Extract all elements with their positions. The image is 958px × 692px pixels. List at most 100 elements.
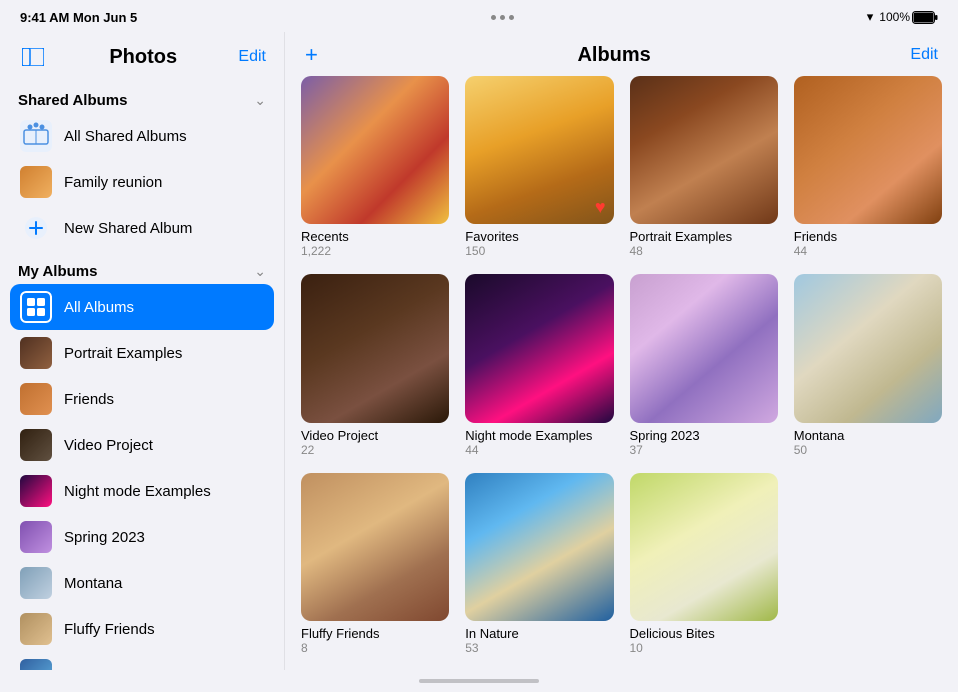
album-thumb-in-nature — [465, 473, 613, 621]
plus-icon — [24, 216, 48, 240]
sidebar-item-montana[interactable]: Montana — [10, 560, 274, 606]
album-thumb-friends — [794, 76, 942, 224]
shared-albums-header: Shared Albums ⌄ — [10, 80, 274, 113]
album-card-video-project[interactable]: Video Project22 — [301, 274, 449, 456]
album-card-montana[interactable]: Montana50 — [794, 274, 942, 456]
album-name-friends: Friends — [794, 229, 942, 244]
album-card-portrait-examples[interactable]: Portrait Examples48 — [630, 76, 778, 258]
album-count-video-project: 22 — [301, 443, 449, 457]
portrait-thumb — [20, 337, 52, 369]
album-name-in-nature: In Nature — [465, 626, 613, 641]
album-name-favorites: Favorites — [465, 229, 613, 244]
panel-toggle-button[interactable] — [18, 42, 48, 72]
sidebar-item-nature[interactable]: In Nature — [10, 652, 274, 670]
album-count-portrait-examples: 48 — [630, 244, 778, 258]
status-right: ▾ 100% — [867, 9, 938, 25]
new-shared-plus-icon — [20, 212, 52, 244]
home-bar — [419, 679, 539, 683]
album-name-recents: Recents — [301, 229, 449, 244]
sidebar-item-new-shared-label: New Shared Album — [64, 220, 192, 237]
album-count-montana: 50 — [794, 443, 942, 457]
shared-albums-title: Shared Albums — [18, 92, 127, 109]
album-name-montana: Montana — [794, 428, 942, 443]
grid-icon — [27, 298, 45, 316]
main-content: Photos Edit Shared Albums ⌄ — [0, 32, 958, 670]
sidebar-item-spring[interactable]: Spring 2023 — [10, 514, 274, 560]
sidebar-item-video[interactable]: Video Project — [10, 422, 274, 468]
album-thumb-montana — [794, 274, 942, 422]
shared-albums-icon — [20, 120, 52, 152]
sidebar-title: Photos — [109, 46, 177, 69]
album-thumb-recents — [301, 76, 449, 224]
album-name-night-mode: Night mode Examples — [465, 428, 613, 443]
spring-thumb — [20, 521, 52, 553]
sidebar-item-friends[interactable]: Friends — [10, 376, 274, 422]
sidebar-item-fluffy[interactable]: Fluffy Friends — [10, 606, 274, 652]
album-name-video-project: Video Project — [301, 428, 449, 443]
album-thumb-delicious-bites — [630, 473, 778, 621]
wifi-icon: ▾ — [867, 9, 874, 25]
content-title: Albums — [577, 44, 650, 67]
sidebar-item-spring-label: Spring 2023 — [64, 529, 145, 546]
nature-thumb — [20, 659, 52, 670]
sidebar-scroll[interactable]: Shared Albums ⌄ All Sha — [0, 80, 284, 670]
all-albums-thumb — [20, 291, 52, 323]
dot2 — [500, 15, 505, 20]
sidebar: Photos Edit Shared Albums ⌄ — [0, 32, 285, 670]
my-albums-chevron[interactable]: ⌄ — [254, 263, 266, 280]
album-card-recents[interactable]: Recents1,222 — [301, 76, 449, 258]
night-thumb — [20, 475, 52, 507]
album-name-spring-2023: Spring 2023 — [630, 428, 778, 443]
home-indicator — [0, 670, 958, 692]
video-thumb — [20, 429, 52, 461]
sidebar-item-all-albums[interactable]: All Albums — [10, 284, 274, 330]
all-albums-grid-icon — [20, 291, 52, 323]
album-card-favorites[interactable]: ♥Favorites150 — [465, 76, 613, 258]
sidebar-item-fluffy-label: Fluffy Friends — [64, 621, 155, 638]
album-card-delicious-bites[interactable]: Delicious Bites10 — [630, 473, 778, 655]
sidebar-item-family-reunion[interactable]: Family reunion — [10, 159, 274, 205]
family-reunion-thumb — [20, 166, 52, 198]
content-edit-button[interactable]: Edit — [910, 46, 938, 64]
sidebar-item-night-label: Night mode Examples — [64, 483, 211, 500]
album-count-night-mode: 44 — [465, 443, 613, 457]
sidebar-edit-button[interactable]: Edit — [238, 48, 266, 66]
album-card-in-nature[interactable]: In Nature53 — [465, 473, 613, 655]
add-album-button[interactable]: + — [305, 42, 318, 68]
sidebar-item-all-shared[interactable]: All Shared Albums — [10, 113, 274, 159]
my-albums-title: My Albums — [18, 263, 97, 280]
album-thumb-fluffy-friends — [301, 473, 449, 621]
shared-albums-chevron[interactable]: ⌄ — [254, 92, 266, 109]
sidebar-item-new-shared[interactable]: New Shared Album — [10, 205, 274, 251]
sidebar-toggle-icon — [22, 48, 44, 66]
montana-thumb — [20, 567, 52, 599]
all-shared-thumb — [20, 120, 52, 152]
friends-thumb — [20, 383, 52, 415]
album-card-friends[interactable]: Friends44 — [794, 76, 942, 258]
content-area: + Albums Edit Recents1,222♥Favorites150P… — [285, 32, 958, 670]
album-count-recents: 1,222 — [301, 244, 449, 258]
album-count-in-nature: 53 — [465, 641, 613, 655]
album-count-delicious-bites: 10 — [630, 641, 778, 655]
album-name-delicious-bites: Delicious Bites — [630, 626, 778, 641]
battery-icon — [912, 11, 938, 24]
sidebar-header: Photos Edit — [0, 32, 284, 80]
device-frame: 9:41 AM Mon Jun 5 ▾ 100% — [0, 0, 958, 692]
album-card-fluffy-friends[interactable]: Fluffy Friends8 — [301, 473, 449, 655]
sidebar-item-night[interactable]: Night mode Examples — [10, 468, 274, 514]
album-name-portrait-examples: Portrait Examples — [630, 229, 778, 244]
fluffy-thumb — [20, 613, 52, 645]
sidebar-item-all-albums-label: All Albums — [64, 299, 134, 316]
sidebar-item-portrait-label: Portrait Examples — [64, 345, 182, 362]
album-thumb-night-mode — [465, 274, 613, 422]
album-thumb-video-project — [301, 274, 449, 422]
album-card-night-mode[interactable]: Night mode Examples44 — [465, 274, 613, 456]
heart-icon: ♥ — [595, 197, 606, 218]
album-card-spring-2023[interactable]: Spring 202337 — [630, 274, 778, 456]
dot3 — [509, 15, 514, 20]
content-header: + Albums Edit — [285, 32, 958, 76]
my-albums-header: My Albums ⌄ — [10, 251, 274, 284]
sidebar-item-portrait[interactable]: Portrait Examples — [10, 330, 274, 376]
album-count-spring-2023: 37 — [630, 443, 778, 457]
dot1 — [491, 15, 496, 20]
